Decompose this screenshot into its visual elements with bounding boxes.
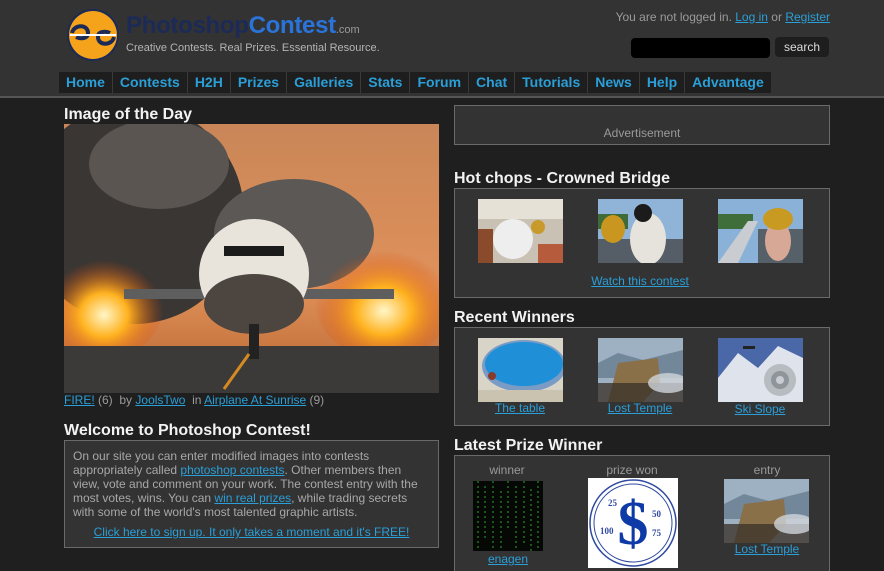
hot-chops-panel: Watch this contest: [454, 188, 830, 298]
nav-advantage[interactable]: Advantage: [684, 72, 771, 93]
welcome-text: On our site you can enter modified image…: [73, 449, 418, 519]
recent-winners-heading: Recent Winners: [454, 309, 575, 326]
hot-chop-thumbnail[interactable]: [598, 199, 683, 263]
photoshop-contests-link[interactable]: photoshop contests: [180, 463, 284, 477]
nav-contests[interactable]: Contests: [111, 72, 187, 93]
prize-won-label: prize won: [606, 463, 658, 477]
nav-help[interactable]: Help: [638, 72, 684, 93]
brand-name[interactable]: PhotoshopContest.com: [126, 12, 360, 40]
tagline: Creative Contests. Real Prizes. Essentia…: [126, 42, 380, 54]
login-status: You are not logged in. Log in or Registe…: [615, 10, 830, 24]
winner-link-lost-temple[interactable]: Lost Temple: [608, 401, 672, 415]
win-real-prizes-link[interactable]: win real prizes: [214, 491, 291, 505]
entry-label: entry: [753, 463, 781, 477]
contest-link[interactable]: Airplane At Sunrise: [204, 393, 306, 407]
prize-dial-25: 25: [608, 498, 618, 508]
hot-chops-heading: Hot chops - Crowned Bridge: [454, 170, 670, 187]
search-input[interactable]: [631, 38, 770, 58]
nav-tutorials[interactable]: Tutorials: [514, 72, 587, 93]
winner-avatar[interactable]: [473, 481, 543, 551]
image-of-day-heading: Image of the Day: [64, 106, 193, 123]
watch-contest-link[interactable]: Watch this contest: [591, 274, 689, 288]
advertisement-box: Advertisement: [454, 105, 830, 145]
image-of-day-picture[interactable]: [64, 124, 439, 393]
image-of-day-caption: FIRE! (6) by JoolsTwo in Airplane At Sun…: [64, 393, 325, 407]
hot-chop-thumbnail[interactable]: [718, 199, 803, 263]
hot-chop-thumbnail[interactable]: [478, 199, 563, 263]
nav-news[interactable]: News: [587, 72, 639, 93]
login-link[interactable]: Log in: [735, 10, 768, 24]
winner-link-the-table[interactable]: The table: [495, 401, 545, 415]
signup-link[interactable]: Click here to sign up. It only takes a m…: [94, 525, 410, 539]
winner-link-ski-slope[interactable]: Ski Slope: [735, 402, 786, 416]
nav-chat[interactable]: Chat: [468, 72, 514, 93]
main-nav: Home Contests H2H Prizes Galleries Stats…: [59, 72, 771, 93]
nav-home[interactable]: Home: [59, 72, 112, 93]
latest-prize-panel: winner prize won entry enagen $ 25 50 75…: [454, 455, 830, 571]
author-link[interactable]: JoolsTwo: [135, 393, 185, 407]
winner-label: winner: [489, 463, 525, 477]
pc-logo-icon[interactable]: [66, 8, 120, 62]
latest-prize-heading: Latest Prize Winner: [454, 437, 603, 454]
winner-thumbnail[interactable]: [478, 338, 563, 402]
prize-dial-100: 100: [600, 526, 614, 536]
prize-dial-50: 50: [652, 509, 662, 519]
welcome-heading: Welcome to Photoshop Contest!: [64, 422, 311, 439]
prize-dial-75: 75: [652, 528, 662, 538]
nav-h2h[interactable]: H2H: [186, 72, 230, 93]
recent-winners-panel: The table Lost Temple Ski Slope: [454, 327, 830, 426]
winner-name-link[interactable]: enagen: [488, 552, 528, 566]
winner-thumbnail[interactable]: [718, 338, 803, 402]
nav-stats[interactable]: Stats: [360, 72, 409, 93]
svg-text:$: $: [618, 490, 649, 558]
nav-prizes[interactable]: Prizes: [229, 72, 286, 93]
entry-thumbnail[interactable]: [724, 479, 809, 543]
winner-thumbnail[interactable]: [598, 338, 683, 402]
register-link[interactable]: Register: [785, 10, 830, 24]
welcome-box: On our site you can enter modified image…: [64, 440, 439, 548]
search-button[interactable]: search: [775, 37, 829, 57]
prize-image[interactable]: $ 25 50 75 100: [588, 478, 678, 568]
entry-name-link[interactable]: Lost Temple: [735, 542, 799, 556]
nav-forum[interactable]: Forum: [409, 72, 468, 93]
nav-galleries[interactable]: Galleries: [286, 72, 360, 93]
site-header: PhotoshopContest.com Creative Contests. …: [0, 0, 884, 98]
entry-title-link[interactable]: FIRE!: [64, 393, 95, 407]
